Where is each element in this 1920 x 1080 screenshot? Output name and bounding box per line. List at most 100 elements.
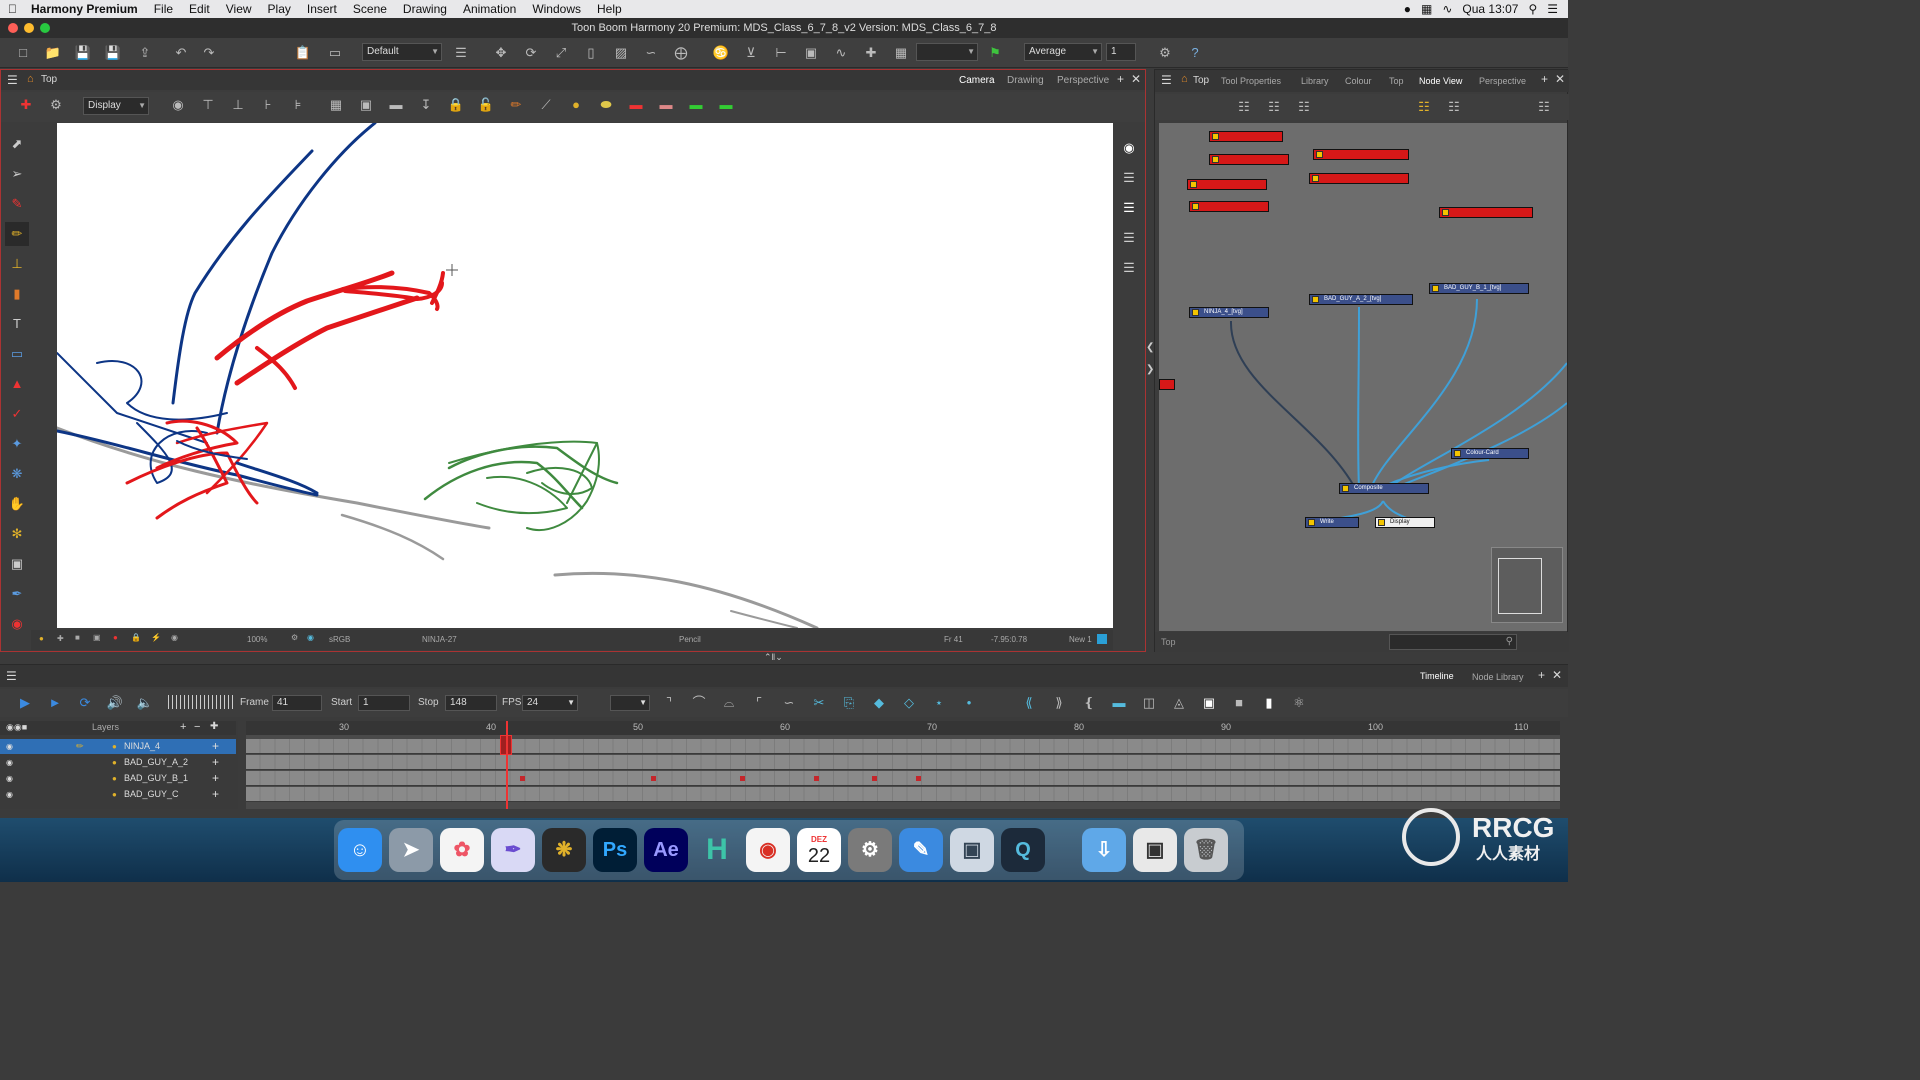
node-search-input[interactable]: ⚲	[1389, 634, 1517, 650]
node-ninja-4[interactable]: NINJA_4_[tvg]	[1189, 307, 1269, 318]
menu-help[interactable]: Help	[589, 2, 630, 16]
workspace-select[interactable]: Default ▼	[362, 43, 442, 61]
clock[interactable]: Qua 13:07	[1462, 2, 1518, 16]
play-selection-icon[interactable]: ►	[46, 694, 64, 712]
control-center-icon[interactable]: ☰	[1547, 2, 1558, 16]
brush-tool-icon[interactable]: ✎	[5, 192, 29, 216]
panel-menu-icon[interactable]: ☰	[6, 669, 17, 683]
tab-perspective[interactable]: Perspective	[1057, 75, 1109, 86]
add-tab-icon[interactable]: +	[1117, 72, 1124, 86]
menu-scene[interactable]: Scene	[345, 2, 395, 16]
pen-app-icon[interactable]: ✎	[899, 828, 943, 872]
extension-icon[interactable]: ▦	[1421, 2, 1432, 16]
redo-icon[interactable]: ↷	[200, 44, 218, 62]
clipboard-icon[interactable]: 📋	[294, 44, 312, 62]
node-colour-card[interactable]: Colour-Card	[1451, 448, 1529, 459]
play-icon[interactable]: ▶	[16, 694, 34, 712]
pen-tool-icon[interactable]: ✒	[5, 582, 29, 606]
stop-field[interactable]: 148	[445, 695, 497, 711]
add-sublayer-icon[interactable]: +	[212, 771, 219, 786]
node-composite[interactable]: Composite	[1339, 483, 1429, 494]
add-icon[interactable]: ✚	[57, 634, 64, 643]
keyframe[interactable]	[916, 776, 921, 781]
red-node[interactable]	[1189, 201, 1269, 212]
node-tool-icon[interactable]: ☷	[1265, 98, 1283, 116]
harmony-icon[interactable]: H	[695, 828, 739, 872]
menu-insert[interactable]: Insert	[299, 2, 345, 16]
camera-settings-gear-icon[interactable]: ⚙	[47, 96, 65, 114]
record-icon[interactable]: ●	[1404, 2, 1411, 16]
text-tool-icon[interactable]: T	[5, 312, 29, 336]
playhead[interactable]	[506, 721, 508, 809]
eye-icon[interactable]: ◉	[6, 739, 13, 754]
copy-icon[interactable]: ⎘	[840, 694, 858, 712]
tab-colour[interactable]: Colour	[1345, 76, 1372, 86]
smoothing-select[interactable]: Average ▼	[1024, 43, 1102, 61]
green-flag-icon[interactable]: ⚑	[986, 44, 1004, 62]
value-field[interactable]: 1	[1106, 43, 1136, 61]
menu-animation[interactable]: Animation	[455, 2, 524, 16]
next-keyframe-icon[interactable]: ⟫	[1050, 694, 1068, 712]
node-tool-icon[interactable]: ☷	[1235, 98, 1253, 116]
paint-tool-icon[interactable]: ▲	[5, 372, 29, 396]
gear-icon[interactable]: ⚙	[1156, 44, 1174, 62]
ease-icon[interactable]: ⌝	[660, 694, 678, 712]
interpolation-select[interactable]: ▼	[610, 695, 650, 711]
eye-icon[interactable]: ◉	[6, 771, 13, 786]
red-node[interactable]	[1159, 379, 1175, 390]
minimize-window-button[interactable]	[24, 23, 34, 33]
exposure-icon[interactable]: ▮	[1260, 694, 1278, 712]
distribute-icon[interactable]: ⊦	[259, 96, 277, 114]
node-tool-icon[interactable]: ☷	[1445, 98, 1463, 116]
chrome-icon[interactable]: ◉	[746, 828, 790, 872]
zoom-window-button[interactable]	[40, 23, 50, 33]
shape-tool-icon[interactable]: ▭	[5, 342, 29, 366]
tab-perspective[interactable]: Perspective	[1479, 76, 1526, 86]
tab-top[interactable]: Top	[1389, 76, 1404, 86]
stop-motion-icon[interactable]: ⌜	[750, 694, 768, 712]
new-scene-icon[interactable]: □	[14, 44, 32, 62]
bone-tool-icon[interactable]: ♋	[712, 44, 730, 62]
workspace-manager-icon[interactable]: ☰	[452, 44, 470, 62]
keyframe[interactable]	[520, 776, 525, 781]
save-as-icon[interactable]: 💾	[104, 44, 122, 62]
start-field[interactable]: 1	[358, 695, 410, 711]
rigging-tool-icon[interactable]: ✻	[5, 522, 29, 546]
panel-menu-icon[interactable]: ☰	[1161, 73, 1172, 87]
layer-options-icon[interactable]: ✚	[210, 721, 218, 732]
add-keyframe-icon[interactable]: ✚	[862, 44, 880, 62]
red-node[interactable]	[1209, 131, 1283, 142]
ik-tool-icon[interactable]: ⊻	[742, 44, 760, 62]
timeline-frames[interactable]: 30 40 50 60 70 80 90 100 110	[246, 721, 1560, 809]
undo-icon[interactable]: ↶	[172, 44, 190, 62]
frame-field[interactable]: 41	[272, 695, 322, 711]
display-select[interactable]: Display ▼	[83, 97, 149, 115]
layer-row-bad-guy-c[interactable]: ◉ ● BAD_GUY_C +	[0, 787, 236, 802]
cut-icon[interactable]: ✂	[810, 694, 828, 712]
tab-node-view[interactable]: Node View	[1419, 76, 1462, 86]
add-layer-icon[interactable]: +	[180, 721, 186, 733]
contour-editor-icon[interactable]: ➢	[5, 162, 29, 186]
menu-play[interactable]: Play	[260, 2, 299, 16]
spline-offset-icon[interactable]: ∽	[642, 44, 660, 62]
red-node[interactable]	[1309, 173, 1409, 184]
onion-skin-icon[interactable]: ◉	[169, 96, 187, 114]
node-tool-icon[interactable]: ☷	[1295, 98, 1313, 116]
app-menu[interactable]: Harmony Premium	[25, 2, 146, 16]
menu-windows[interactable]: Windows	[524, 2, 589, 16]
frame-row-bad-guy-c[interactable]	[246, 787, 1560, 802]
select-keyframe-icon[interactable]: ❴	[1080, 694, 1098, 712]
playback-speed-slider[interactable]	[168, 695, 234, 709]
close-icon[interactable]: ✕	[1131, 72, 1141, 86]
node-bad-guy-b-1[interactable]: BAD_GUY_B_1_[tvg]	[1429, 283, 1529, 294]
fps-field[interactable]: 24 ▼	[522, 695, 578, 711]
extend-exposure-icon[interactable]: ▬	[1110, 694, 1128, 712]
sound-icon[interactable]: 🔊	[106, 694, 124, 712]
connect-icon[interactable]: •	[960, 694, 978, 712]
stamp-tool-icon[interactable]: ⊥	[5, 252, 29, 276]
hand-tool-icon[interactable]: ✋	[5, 492, 29, 516]
remove-frame-icon[interactable]: ◬	[1170, 694, 1188, 712]
red-node[interactable]	[1187, 179, 1267, 190]
record-icon[interactable]: ●	[113, 633, 118, 642]
add-keyframe-icon[interactable]: ◆	[870, 694, 888, 712]
